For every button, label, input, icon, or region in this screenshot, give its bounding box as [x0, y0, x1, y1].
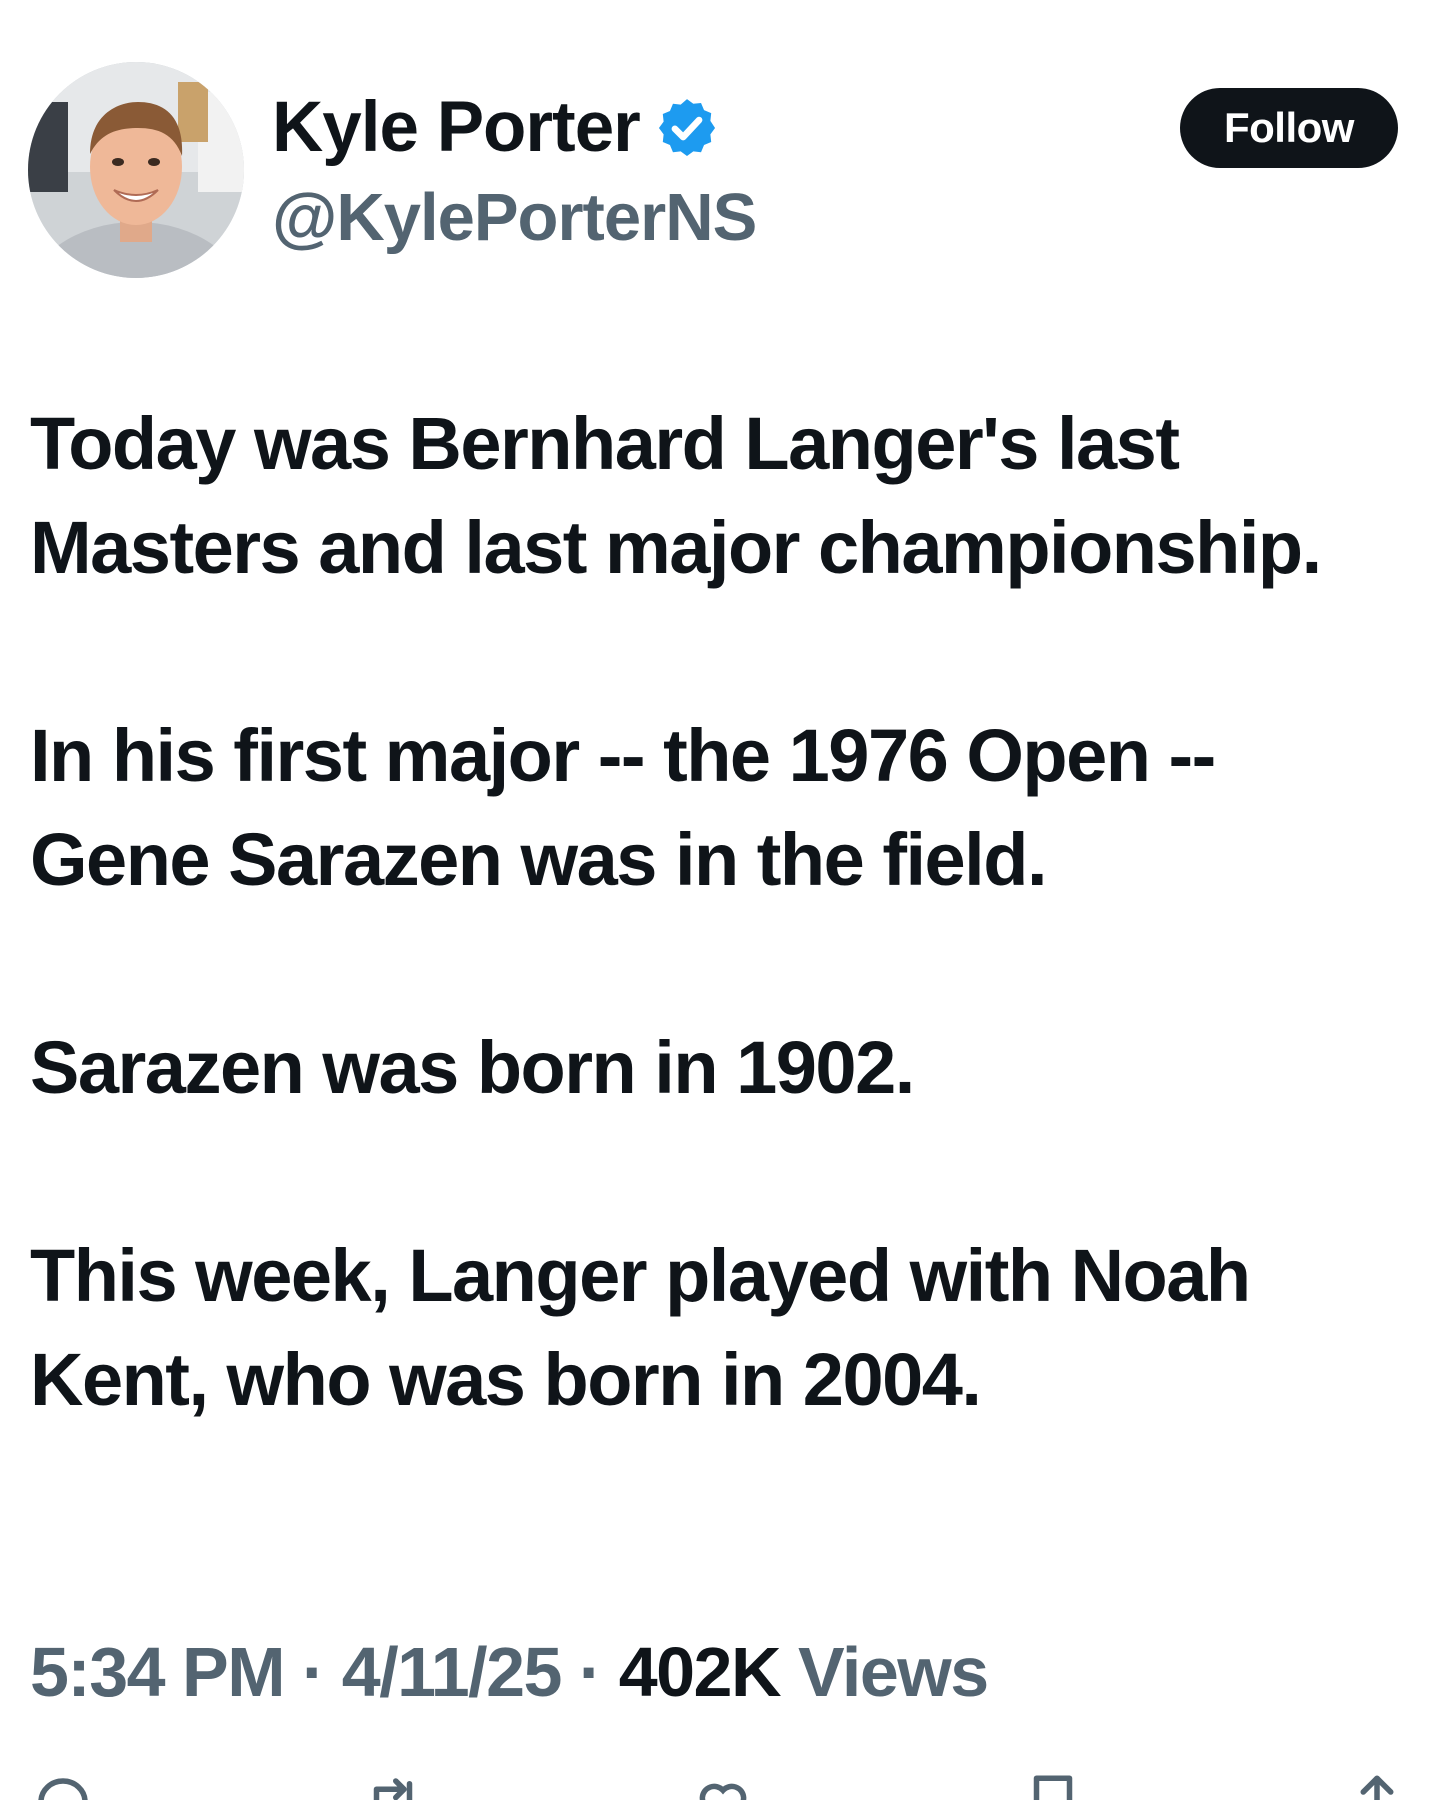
tweet-paragraph: In his first major -- the 1976 Open -- G… — [30, 714, 1216, 901]
reply-icon — [38, 1778, 88, 1800]
tweet-meta: 5:34 PM · 4/11/25 · 402K Views — [30, 1630, 989, 1714]
tweet-page: Kyle Porter @KylePorterNS Follow Today w… — [0, 0, 1440, 1800]
like-button[interactable] — [690, 1770, 756, 1800]
bookmark-button[interactable] — [1020, 1770, 1086, 1800]
tweet-text: Today was Bernhard Langer's last Masters… — [30, 392, 1410, 1432]
user-handle[interactable]: @KylePorterNS — [272, 178, 757, 258]
tweet-paragraph: This week, Langer played with Noah Kent,… — [30, 1234, 1251, 1421]
bookmark-icon — [1033, 1775, 1073, 1800]
repost-button[interactable] — [360, 1770, 426, 1800]
share-button[interactable] — [1344, 1770, 1410, 1800]
tweet-date[interactable]: 4/11/25 — [342, 1633, 563, 1711]
reply-button[interactable] — [30, 1770, 96, 1800]
tweet-paragraph: Today was Bernhard Langer's last Masters… — [30, 402, 1322, 589]
display-name[interactable]: Kyle Porter — [272, 86, 641, 170]
avatar-photo — [28, 62, 244, 278]
verified-badge-icon[interactable] — [654, 95, 720, 161]
views-count: 402K — [618, 1633, 782, 1711]
tweet-paragraph: Sarazen was born in 1902. — [30, 1026, 915, 1109]
meta-separator: · — [578, 1633, 602, 1711]
follow-button[interactable]: Follow — [1180, 88, 1398, 168]
tweet-time[interactable]: 5:34 PM — [30, 1633, 286, 1711]
share-icon — [1360, 1775, 1394, 1800]
action-bar — [30, 1770, 1410, 1800]
repost-icon — [373, 1778, 413, 1800]
heart-icon — [699, 1783, 747, 1800]
meta-separator: · — [302, 1633, 325, 1711]
avatar[interactable] — [28, 62, 244, 278]
views-label: Views — [797, 1633, 989, 1711]
display-name-row: Kyle Porter — [272, 86, 720, 170]
